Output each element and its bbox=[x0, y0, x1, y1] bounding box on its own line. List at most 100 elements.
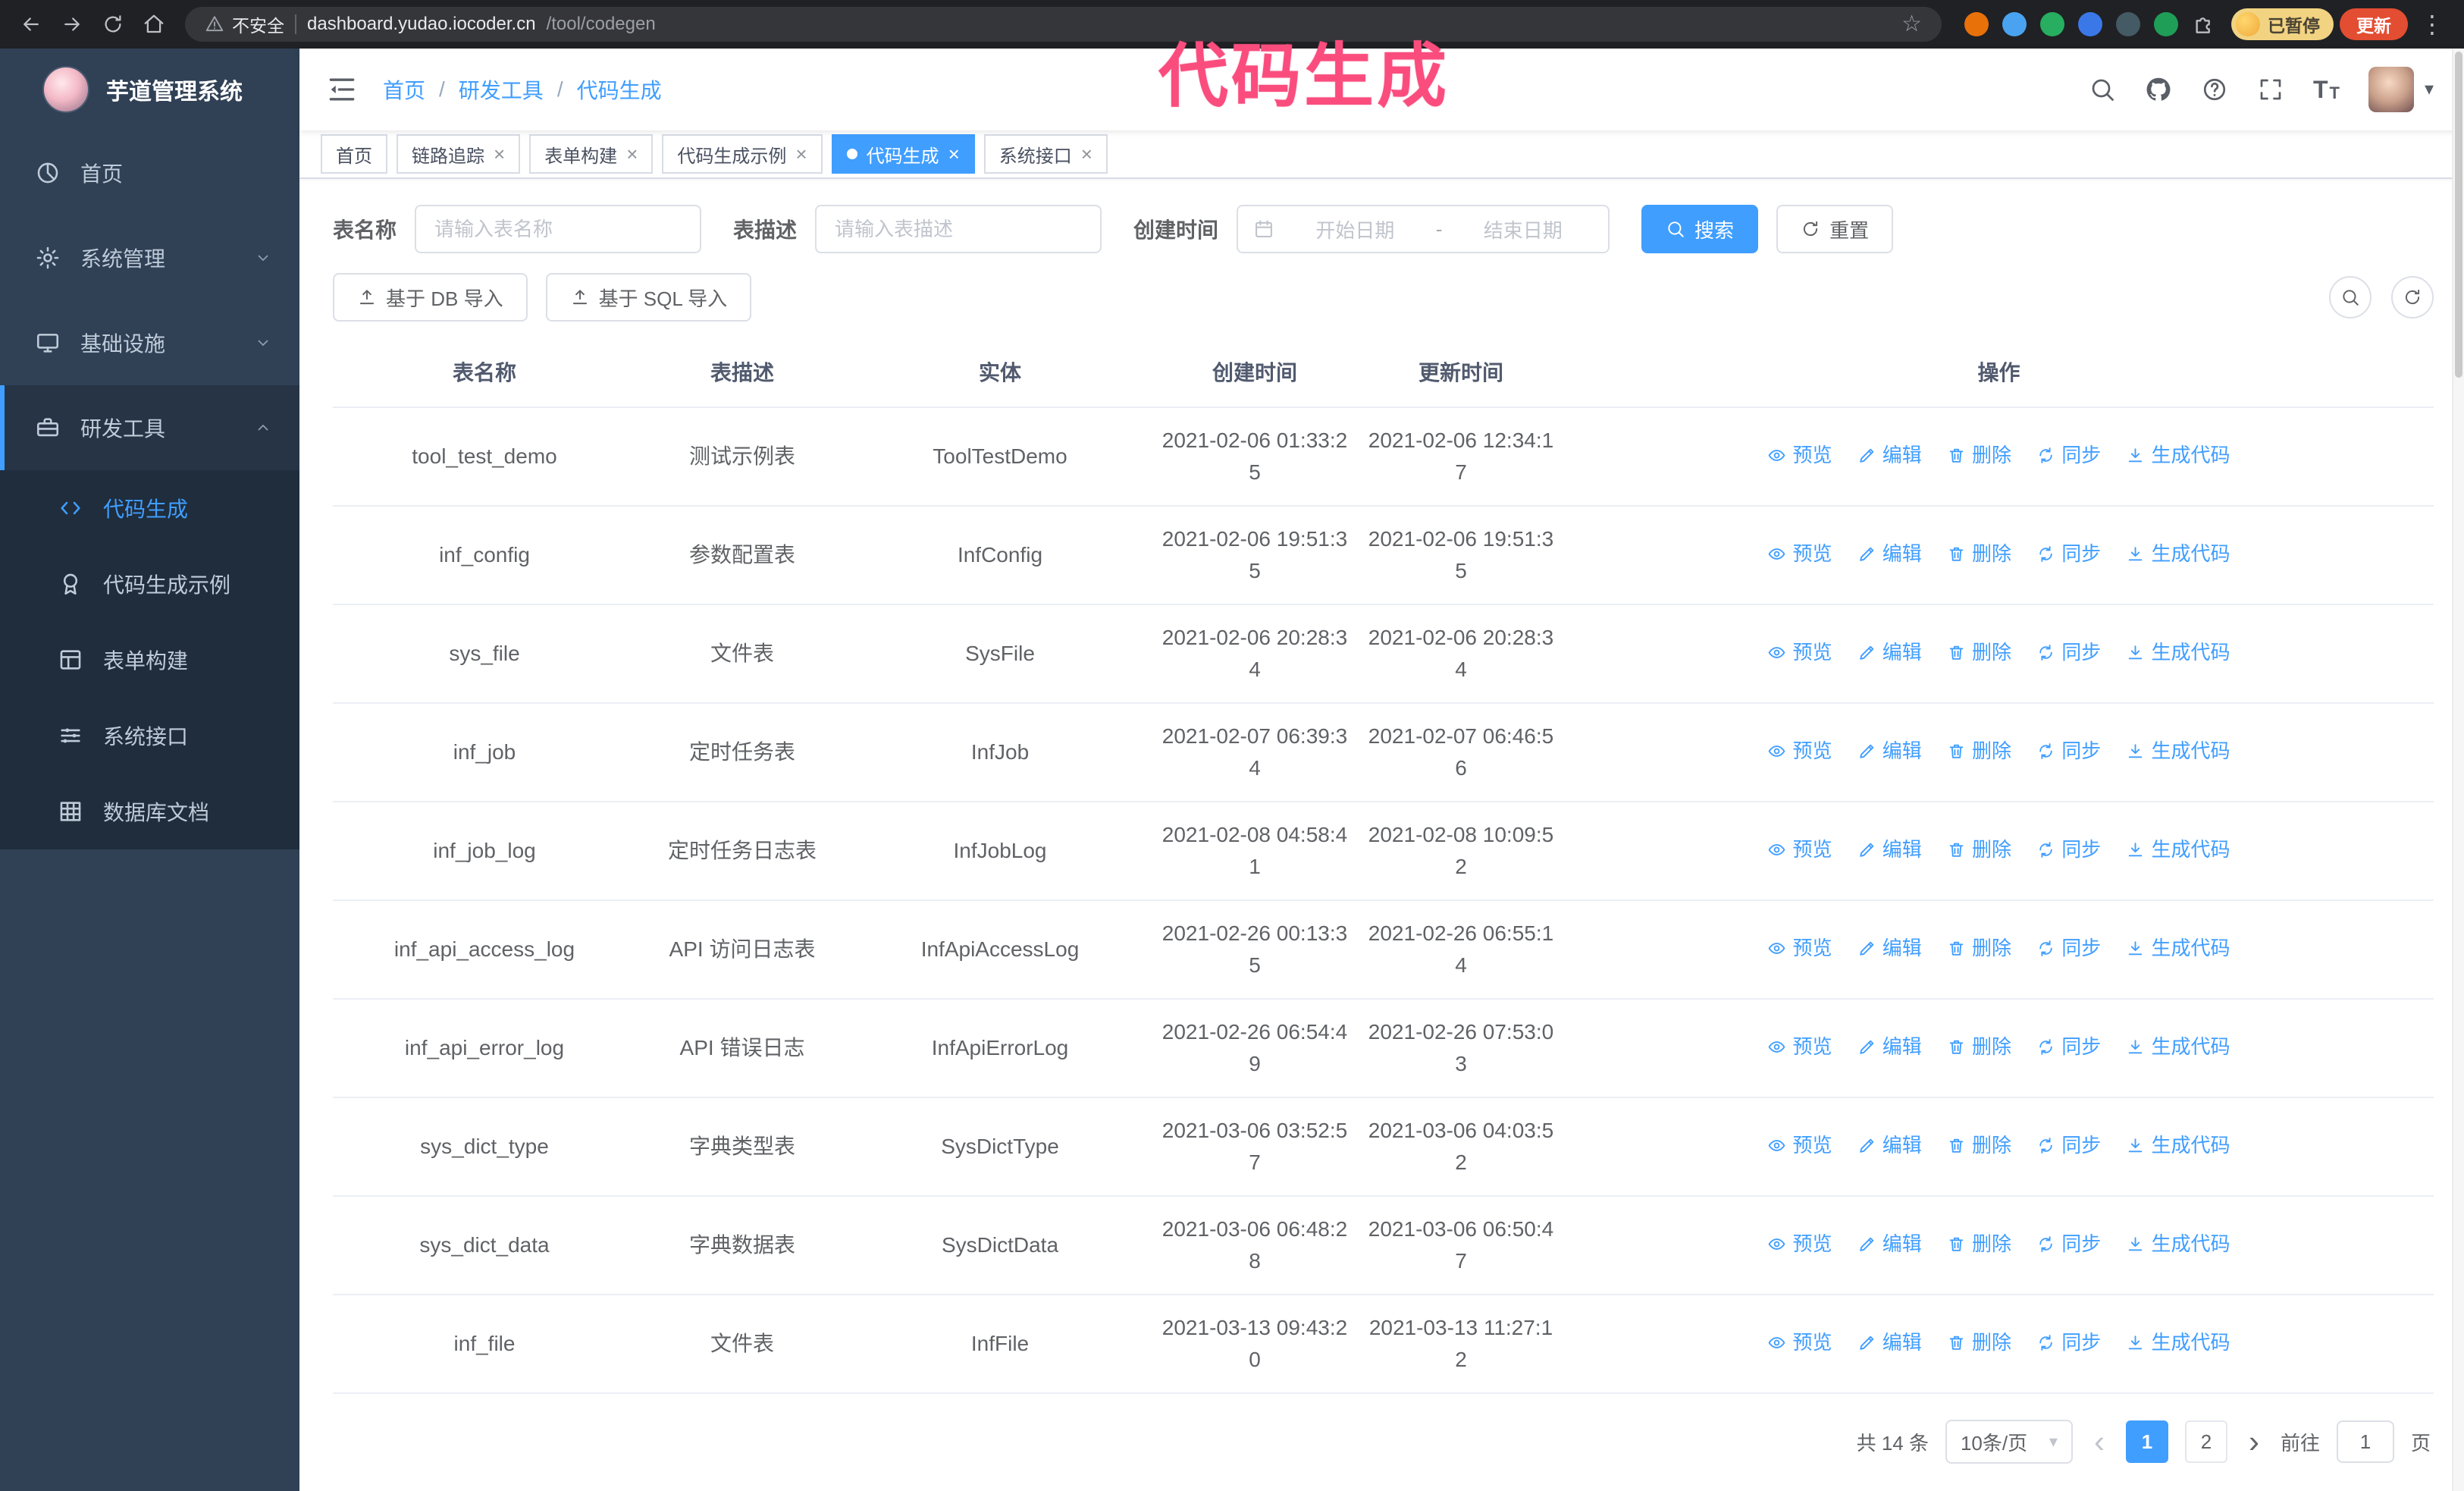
preview-link[interactable]: 预览 bbox=[1767, 1229, 1832, 1259]
breadcrumb-home[interactable]: 首页 bbox=[383, 74, 425, 105]
browser-forward-button[interactable] bbox=[55, 7, 89, 42]
edit-link[interactable]: 编辑 bbox=[1857, 638, 1922, 667]
generate-code-link[interactable]: 生成代码 bbox=[2126, 835, 2230, 865]
sync-link[interactable]: 同步 bbox=[2036, 736, 2101, 766]
import-sql-button[interactable]: 基于 SQL 导入 bbox=[545, 273, 752, 322]
scrollbar-track[interactable] bbox=[2452, 49, 2464, 1491]
preview-link[interactable]: 预览 bbox=[1767, 1032, 1832, 1062]
sidebar-item-codegen[interactable]: 代码生成 bbox=[0, 470, 299, 546]
browser-back-button[interactable] bbox=[14, 7, 49, 42]
sync-link[interactable]: 同步 bbox=[2036, 441, 2101, 470]
browser-menu-icon[interactable]: ⋮ bbox=[2414, 12, 2450, 36]
delete-link[interactable]: 删除 bbox=[1947, 441, 2011, 470]
user-menu[interactable]: ▾ bbox=[2368, 67, 2434, 112]
close-icon[interactable]: × bbox=[626, 144, 638, 164]
extension-icon[interactable] bbox=[2078, 12, 2102, 36]
prev-page-button[interactable]: ‹ bbox=[2089, 1426, 2109, 1458]
preview-link[interactable]: 预览 bbox=[1767, 1328, 1832, 1358]
extensions-puzzle-icon[interactable] bbox=[2192, 12, 2216, 36]
sync-link[interactable]: 同步 bbox=[2036, 1229, 2101, 1259]
table-desc-input[interactable] bbox=[815, 205, 1102, 253]
sync-link[interactable]: 同步 bbox=[2036, 1032, 2101, 1062]
sidebar-item-db-docs[interactable]: 数据库文档 bbox=[0, 774, 299, 849]
preview-link[interactable]: 预览 bbox=[1767, 539, 1832, 569]
date-range-picker[interactable]: 开始日期 - 结束日期 bbox=[1237, 205, 1610, 253]
extension-icon[interactable] bbox=[2154, 12, 2178, 36]
delete-link[interactable]: 删除 bbox=[1947, 934, 2011, 963]
breadcrumb-devtools[interactable]: 研发工具 bbox=[459, 74, 544, 105]
preview-link[interactable]: 预览 bbox=[1767, 638, 1832, 667]
import-db-button[interactable]: 基于 DB 导入 bbox=[333, 273, 528, 322]
edit-link[interactable]: 编辑 bbox=[1857, 736, 1922, 766]
sync-link[interactable]: 同步 bbox=[2036, 539, 2101, 569]
bookmark-star-icon[interactable]: ☆ bbox=[1901, 13, 1922, 36]
refresh-table-button[interactable] bbox=[2391, 276, 2434, 319]
browser-update-button[interactable]: 更新 bbox=[2340, 8, 2408, 40]
reset-button[interactable]: 重置 bbox=[1776, 205, 1894, 253]
search-button[interactable]: 搜索 bbox=[1641, 205, 1759, 253]
table-name-input[interactable] bbox=[415, 205, 702, 253]
extension-icon[interactable] bbox=[1964, 12, 1989, 36]
generate-code-link[interactable]: 生成代码 bbox=[2126, 736, 2230, 766]
sidebar-item-system-api[interactable]: 系统接口 bbox=[0, 698, 299, 774]
edit-link[interactable]: 编辑 bbox=[1857, 835, 1922, 865]
edit-link[interactable]: 编辑 bbox=[1857, 1328, 1922, 1358]
delete-link[interactable]: 删除 bbox=[1947, 1229, 2011, 1259]
site-security-chip[interactable]: 不安全 bbox=[205, 11, 284, 37]
edit-link[interactable]: 编辑 bbox=[1857, 539, 1922, 569]
sidebar-item-codegen-example[interactable]: 代码生成示例 bbox=[0, 546, 299, 622]
delete-link[interactable]: 删除 bbox=[1947, 1032, 2011, 1062]
sidebar-item-form-builder[interactable]: 表单构建 bbox=[0, 622, 299, 698]
preview-link[interactable]: 预览 bbox=[1767, 441, 1832, 470]
sidebar-item-home[interactable]: 首页 bbox=[0, 130, 299, 215]
preview-link[interactable]: 预览 bbox=[1767, 736, 1832, 766]
generate-code-link[interactable]: 生成代码 bbox=[2126, 1328, 2230, 1358]
next-page-button[interactable]: › bbox=[2244, 1426, 2264, 1458]
profile-sync-paused-badge[interactable]: 已暂停 bbox=[2231, 8, 2334, 40]
generate-code-link[interactable]: 生成代码 bbox=[2126, 441, 2230, 470]
generate-code-link[interactable]: 生成代码 bbox=[2126, 1229, 2230, 1259]
tab-home[interactable]: 首页 bbox=[321, 134, 387, 174]
delete-link[interactable]: 删除 bbox=[1947, 835, 2011, 865]
sync-link[interactable]: 同步 bbox=[2036, 1131, 2101, 1160]
delete-link[interactable]: 删除 bbox=[1947, 1328, 2011, 1358]
edit-link[interactable]: 编辑 bbox=[1857, 934, 1922, 963]
sidebar-item-infra[interactable]: 基础设施 bbox=[0, 300, 299, 385]
extension-icon[interactable] bbox=[2040, 12, 2064, 36]
close-icon[interactable]: × bbox=[948, 144, 960, 164]
edit-link[interactable]: 编辑 bbox=[1857, 441, 1922, 470]
docs-help-button[interactable] bbox=[2201, 76, 2228, 103]
generate-code-link[interactable]: 生成代码 bbox=[2126, 1032, 2230, 1062]
tab-codegen-example[interactable]: 代码生成示例 × bbox=[662, 134, 823, 174]
delete-link[interactable]: 删除 bbox=[1947, 539, 2011, 569]
sidebar-item-system[interactable]: 系统管理 bbox=[0, 215, 299, 300]
close-icon[interactable]: × bbox=[494, 144, 505, 164]
generate-code-link[interactable]: 生成代码 bbox=[2126, 1131, 2230, 1160]
close-icon[interactable]: × bbox=[795, 144, 807, 164]
extension-icon[interactable] bbox=[2002, 12, 2027, 36]
header-search-button[interactable] bbox=[2089, 76, 2116, 103]
generate-code-link[interactable]: 生成代码 bbox=[2126, 638, 2230, 667]
browser-reload-button[interactable] bbox=[96, 7, 130, 42]
fullscreen-button[interactable] bbox=[2257, 76, 2284, 103]
edit-link[interactable]: 编辑 bbox=[1857, 1131, 1922, 1160]
close-icon[interactable]: × bbox=[1081, 144, 1092, 164]
delete-link[interactable]: 删除 bbox=[1947, 736, 2011, 766]
page-2-button[interactable]: 2 bbox=[2184, 1420, 2227, 1463]
sync-link[interactable]: 同步 bbox=[2036, 638, 2101, 667]
sync-link[interactable]: 同步 bbox=[2036, 835, 2101, 865]
preview-link[interactable]: 预览 bbox=[1767, 1131, 1832, 1160]
tab-form-builder[interactable]: 表单构建 × bbox=[529, 134, 654, 174]
preview-link[interactable]: 预览 bbox=[1767, 835, 1832, 865]
hamburger-icon[interactable] bbox=[325, 73, 359, 106]
browser-home-button[interactable] bbox=[136, 7, 171, 42]
delete-link[interactable]: 删除 bbox=[1947, 1131, 2011, 1160]
sidebar-item-devtools[interactable]: 研发工具 bbox=[0, 385, 299, 470]
edit-link[interactable]: 编辑 bbox=[1857, 1229, 1922, 1259]
tab-system-api[interactable]: 系统接口 × bbox=[983, 134, 1108, 174]
toggle-search-button[interactable] bbox=[2329, 276, 2372, 319]
preview-link[interactable]: 预览 bbox=[1767, 934, 1832, 963]
tab-trace[interactable]: 链路追踪 × bbox=[397, 134, 521, 174]
app-logo[interactable]: 芋道管理系统 bbox=[0, 49, 299, 130]
extension-icon[interactable] bbox=[2116, 12, 2140, 36]
